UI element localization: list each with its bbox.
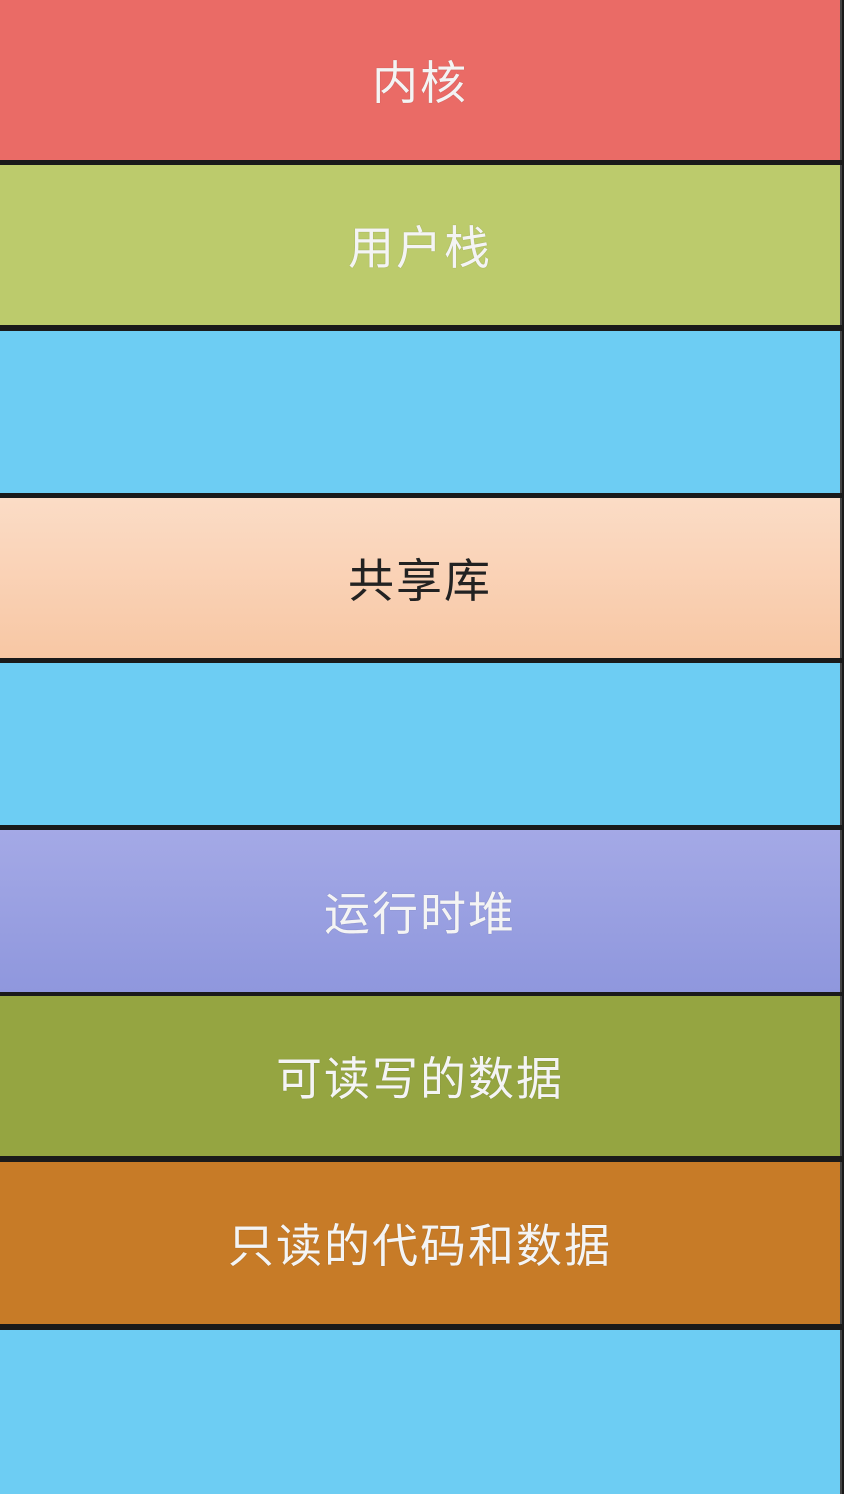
- segment-shared-libs-label: 共享库: [348, 554, 492, 608]
- segment-user-stack-label: 用户栈: [348, 221, 492, 275]
- segment-kernel-label: 内核: [372, 56, 468, 110]
- segment-ro-code-data: 只读的代码和数据: [0, 1162, 842, 1324]
- segment-kernel: 内核: [0, 0, 842, 160]
- segment-free-1: [0, 331, 842, 493]
- segment-user-stack: 用户栈: [0, 165, 842, 325]
- segment-runtime-heap: 运行时堆: [0, 830, 842, 992]
- segment-free-3: [0, 1330, 842, 1494]
- segment-rw-data: 可读写的数据: [0, 996, 842, 1156]
- segment-shared-libs: 共享库: [0, 498, 842, 658]
- segment-ro-code-data-label: 只读的代码和数据: [228, 1219, 612, 1273]
- segment-runtime-heap-label: 运行时堆: [324, 887, 516, 941]
- memory-layout-diagram: 内核 用户栈 共享库 运行时堆 可读写的数据 只读的代码和数据: [0, 0, 844, 1494]
- segment-free-2: [0, 663, 842, 825]
- segment-rw-data-label: 可读写的数据: [276, 1052, 564, 1106]
